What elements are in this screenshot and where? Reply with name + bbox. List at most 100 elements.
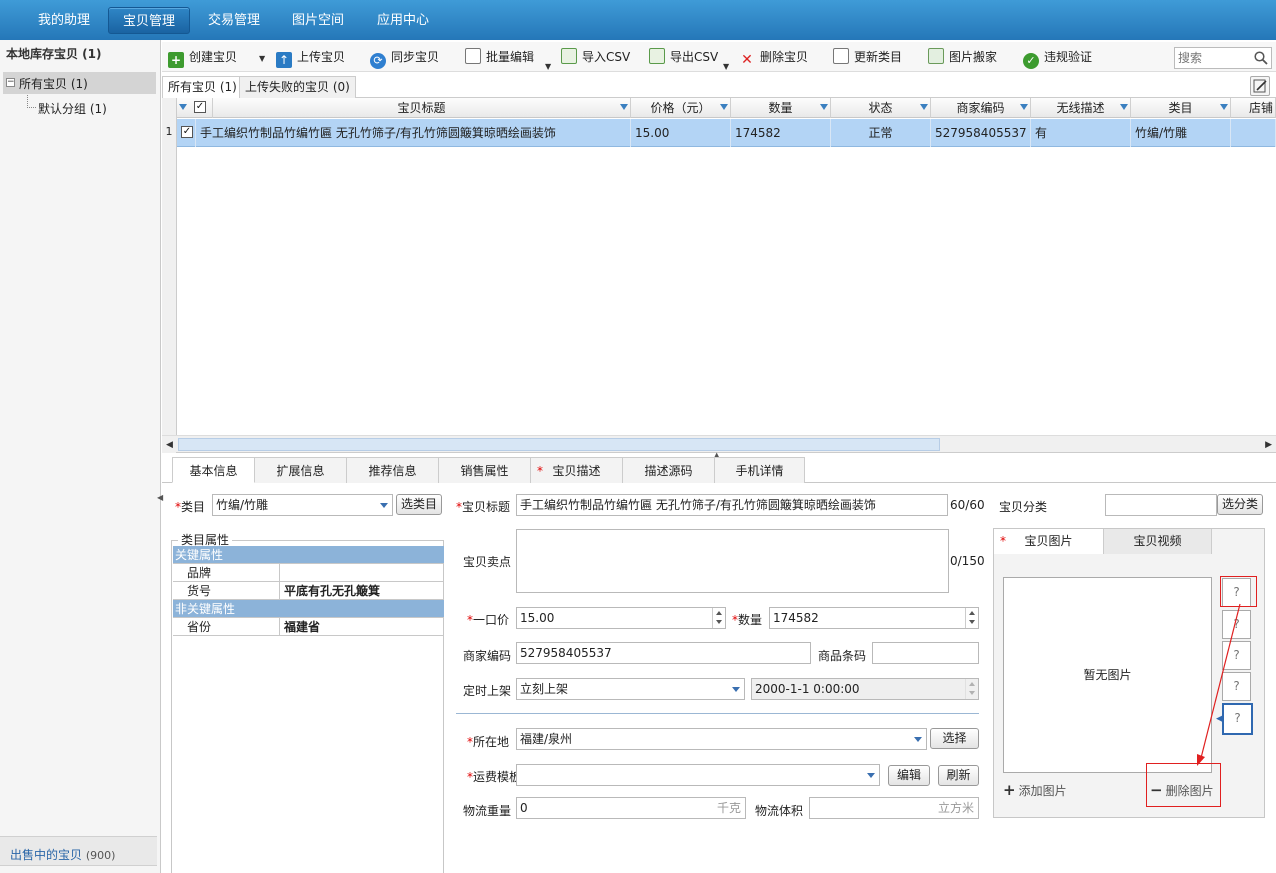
barcode-input[interactable] — [872, 642, 979, 664]
tab-extended-info[interactable]: 扩展信息 — [255, 457, 347, 483]
filter-icon[interactable] — [179, 104, 187, 110]
filter-icon[interactable] — [720, 104, 728, 110]
volume-input[interactable]: 立方米 — [809, 797, 979, 819]
nav-apps[interactable]: 应用中心 — [362, 7, 444, 34]
search-input[interactable] — [1175, 48, 1247, 68]
cell-status[interactable]: 正常 — [831, 119, 931, 147]
nav-item-management[interactable]: 宝贝管理 — [108, 7, 190, 34]
attr-row-brand[interactable]: 品牌 — [173, 564, 444, 582]
select-location-button[interactable]: 选择 — [930, 728, 979, 749]
import-csv-button[interactable]: 导入CSV — [561, 48, 630, 66]
chevron-down-icon[interactable]: ▼ — [723, 62, 729, 71]
scroll-left-icon[interactable]: ◀ — [166, 440, 173, 450]
location-select[interactable]: 福建/泉州 — [516, 728, 927, 750]
filter-icon[interactable] — [920, 104, 928, 110]
sync-item-button[interactable]: ⟳ 同步宝贝 — [370, 48, 439, 69]
select-category-button[interactable]: 选类目 — [396, 494, 442, 515]
attr-row-province[interactable]: 省份 福建省 — [173, 618, 444, 636]
nav-assistant[interactable]: 我的助理 — [24, 7, 104, 34]
filter-icon[interactable] — [820, 104, 828, 110]
delete-item-button[interactable]: ✕ 删除宝贝 — [739, 48, 808, 68]
shop-category-input[interactable] — [1105, 494, 1217, 516]
export-csv-button[interactable]: 导出CSV — [649, 48, 718, 66]
spinner-icon[interactable] — [712, 608, 725, 628]
row-checkbox[interactable]: ✓ — [181, 126, 193, 138]
quantity-input[interactable]: 174582 — [769, 607, 979, 629]
edit-columns-icon[interactable] — [1250, 76, 1270, 96]
select-shop-category-button[interactable]: 选分类 — [1217, 494, 1263, 515]
table-row[interactable]: ✓ 手工编织竹制品竹编竹匾 无孔竹筛子/有孔竹筛圆簸箕晾晒绘画装饰 15.00 … — [177, 119, 1276, 147]
shipping-template-select[interactable] — [516, 764, 880, 786]
header-quantity[interactable]: 数量 — [731, 98, 831, 118]
filter-icon[interactable] — [1220, 104, 1228, 110]
category-select[interactable]: 竹编/竹雕 — [212, 494, 393, 516]
edit-shipping-button[interactable]: 编辑 — [888, 765, 930, 786]
cell-price[interactable]: 15.00 — [631, 119, 731, 147]
cell-category[interactable]: 竹编/竹雕 — [1131, 119, 1231, 147]
filter-icon[interactable] — [1020, 104, 1028, 110]
collapse-icon[interactable]: − — [6, 78, 15, 87]
merchant-code-label: 商家编码 — [463, 649, 512, 663]
update-category-button[interactable]: 更新类目 — [833, 48, 902, 66]
weight-input[interactable]: 0 千克 — [516, 797, 746, 819]
price-input[interactable]: 15.00 — [516, 607, 726, 629]
chevron-down-icon[interactable]: ▼ — [545, 62, 551, 71]
attr-row-sku[interactable]: 货号 平底有孔无孔簸箕 — [173, 582, 444, 600]
scroll-right-icon[interactable]: ▶ — [1265, 440, 1272, 450]
header-category[interactable]: 类目 — [1131, 98, 1231, 118]
filter-icon[interactable] — [1120, 104, 1128, 110]
title-input[interactable]: 手工编织竹制品竹编竹匾 无孔竹筛子/有孔竹筛圆簸箕晾晒绘画装饰 — [516, 494, 948, 516]
select-all-checkbox[interactable]: ✓ — [194, 101, 206, 113]
header-shop[interactable]: 店铺 — [1231, 98, 1276, 118]
cell-merchant-code[interactable]: 527958405537 — [931, 119, 1031, 147]
cell-quantity[interactable]: 174582 — [731, 119, 831, 147]
cell-title[interactable]: 手工编织竹制品竹编竹匾 无孔竹筛子/有孔竹筛圆簸箕晾晒绘画装饰 — [196, 119, 631, 147]
schedule-label: 定时上架 — [463, 684, 512, 698]
tab-description-source[interactable]: 描述源码 — [623, 457, 715, 483]
header-wireless[interactable]: 无线描述 — [1031, 98, 1131, 118]
batch-edit-button[interactable]: 批量编辑 — [465, 48, 534, 66]
header-price[interactable]: 价格（元） — [631, 98, 731, 118]
image-preview: 暂无图片 — [1003, 577, 1212, 773]
tab-sales-attrs[interactable]: 销售属性 — [439, 457, 531, 483]
tab-item-description[interactable]: * 宝贝描述 — [531, 457, 623, 483]
schedule-select[interactable]: 立刻上架 — [516, 678, 745, 700]
tab-upload-failed[interactable]: 上传失败的宝贝 (0) — [239, 76, 356, 98]
image-move-button[interactable]: 图片搬家 — [928, 48, 997, 66]
create-item-button[interactable]: + 创建宝贝 — [168, 48, 237, 68]
tree-item-default-group[interactable]: 默认分组 (1) — [38, 100, 107, 117]
nav-images[interactable]: 图片空间 — [278, 7, 358, 34]
filter-icon[interactable] — [620, 104, 628, 110]
cell-wireless[interactable]: 有 — [1031, 119, 1131, 147]
sidebar-on-sale[interactable]: 出售中的宝贝 (900) — [0, 836, 157, 866]
merchant-code-input[interactable]: 527958405537 — [516, 642, 811, 664]
nav-trade[interactable]: 交易管理 — [194, 7, 274, 34]
spinner-icon[interactable] — [965, 608, 978, 628]
search-box[interactable] — [1174, 47, 1272, 69]
select-all-header[interactable]: ✓ — [177, 98, 213, 118]
tab-mobile-details[interactable]: 手机详情 — [715, 457, 805, 483]
header-title[interactable]: 宝贝标题 — [213, 98, 631, 118]
header-status[interactable]: 状态 — [831, 98, 931, 118]
violation-check-button[interactable]: ✓ 违规验证 — [1023, 48, 1092, 69]
search-icon[interactable] — [1254, 51, 1268, 65]
price-label: *一口价 — [467, 613, 510, 627]
selling-point-textarea[interactable] — [516, 529, 949, 593]
tree-item-all[interactable]: − 所有宝贝 (1) — [3, 72, 156, 94]
tab-recommend-info[interactable]: 推荐信息 — [347, 457, 439, 483]
horizontal-scrollbar[interactable]: ◀ ▶ — [162, 435, 1276, 452]
upload-item-button[interactable]: ↑ 上传宝贝 — [276, 48, 345, 68]
tab-basic-info[interactable]: 基本信息 — [172, 457, 255, 483]
tab-all-items[interactable]: 所有宝贝 (1) — [162, 76, 243, 99]
tab-item-video[interactable]: 宝贝视频 — [1104, 529, 1212, 554]
cell-shop[interactable] — [1231, 119, 1276, 147]
add-image-button[interactable]: + 添加图片 — [1003, 781, 1067, 799]
refresh-shipping-button[interactable]: 刷新 — [938, 765, 979, 786]
row-select-cell[interactable]: ✓ — [177, 119, 196, 147]
sync-icon: ⟳ — [370, 53, 386, 69]
tab-item-images[interactable]: * 宝贝图片 — [994, 529, 1104, 554]
chevron-down-icon[interactable]: ▼ — [259, 54, 265, 63]
collapse-sidebar-icon[interactable]: ◀ — [157, 493, 163, 505]
scrollbar-thumb[interactable] — [178, 438, 940, 451]
header-merchant-code[interactable]: 商家编码 — [931, 98, 1031, 118]
